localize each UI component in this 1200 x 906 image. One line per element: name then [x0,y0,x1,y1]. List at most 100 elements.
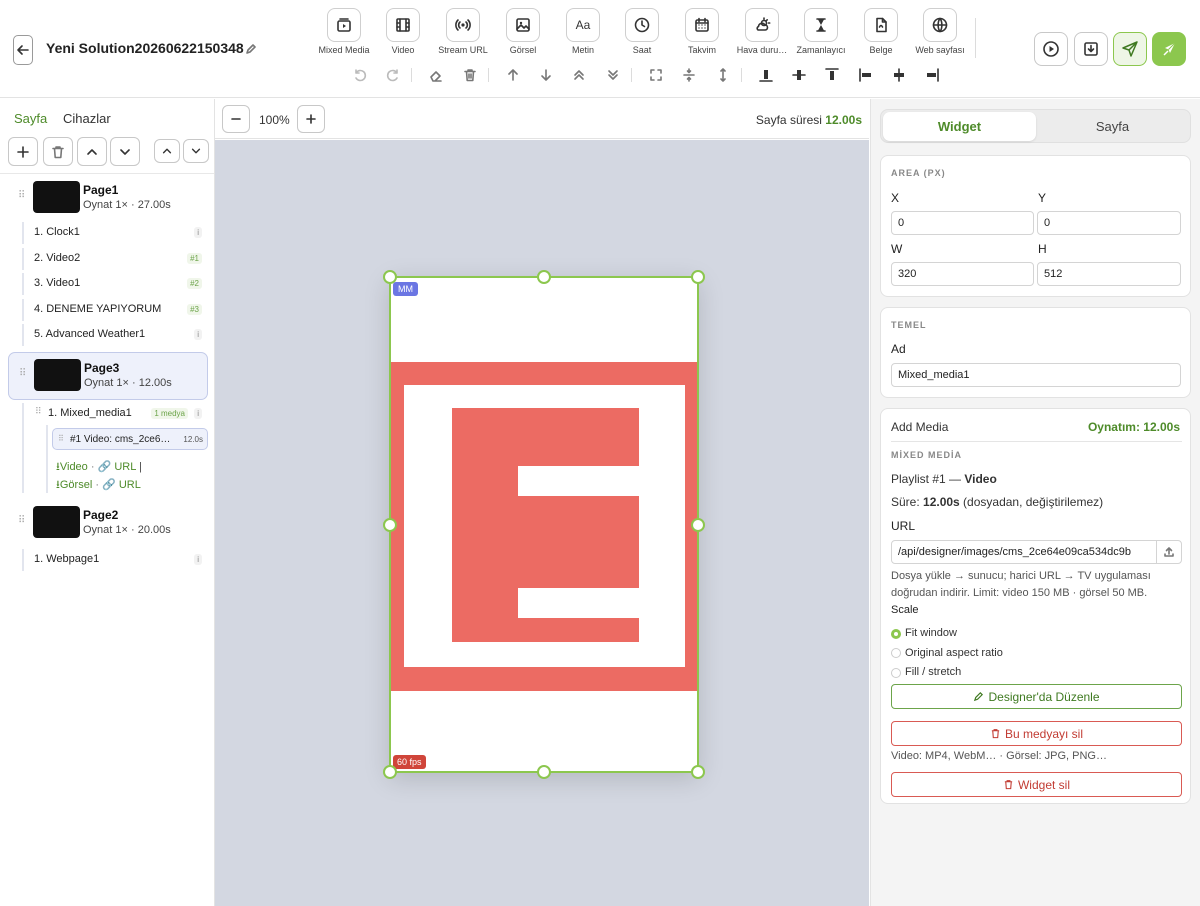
scale-original-radio[interactable] [891,648,901,658]
drag-handle-icon[interactable]: ⠿ [35,407,42,416]
widget-item[interactable]: 1. Clock1 i [22,222,208,244]
redo-button[interactable] [384,66,402,84]
send-to-device-button[interactable] [1152,32,1186,66]
add-image-url-link[interactable]: URL [119,479,141,491]
resize-handle-ne[interactable] [691,270,705,284]
widget-item[interactable]: 1. Webpage1 i [22,549,208,571]
move-up-button[interactable] [504,66,522,84]
height-input[interactable]: 512 [1037,262,1181,286]
page-down-button[interactable] [110,137,140,166]
resize-handle-nw[interactable] [383,270,397,284]
url-input[interactable]: /api/designer/images/cms_2ce64e09ca534dc… [891,540,1157,564]
align-right-button[interactable] [923,66,941,84]
x-input[interactable]: 0 [891,211,1034,235]
undo-button[interactable] [351,66,369,84]
solution-title[interactable]: Yeni Solution20260622150348 [46,40,244,56]
resize-handle-s[interactable] [537,765,551,779]
scale-option[interactable]: Fill / stretch [905,666,961,678]
pencil-icon[interactable] [245,43,257,55]
delete-media-button[interactable]: Bu medyayı sil [891,721,1182,746]
info-badge[interactable]: i [194,227,202,238]
widget-item[interactable]: ⠿ 1. Mixed_media1 1 medya i [22,403,208,425]
tab-page[interactable]: Sayfa [14,111,47,126]
align-left-button[interactable] [857,66,875,84]
widget-down-button[interactable] [183,139,209,163]
media-item[interactable]: ⠿ #1 Video: cms_2ce6… 12.0s [52,428,208,450]
tool-document[interactable]: Belge [847,8,915,58]
widget-item[interactable]: 2. Video2 #1 [22,248,208,270]
drag-handle-icon[interactable]: ⠿ [58,435,64,443]
scale-fill-radio[interactable] [891,668,901,678]
design-canvas[interactable]: MM 60 fps [215,140,869,906]
widget-item[interactable]: 4. DENEME YAPIYORUM #3 [22,299,208,321]
save-button[interactable] [1074,32,1108,66]
add-video-url-link[interactable]: URL [114,461,136,473]
page-up-button[interactable] [77,137,107,166]
align-top-icon [825,68,839,80]
tool-text[interactable]: Aa Metin [549,8,617,58]
delete-page-button[interactable] [43,137,73,166]
zoom-out-button[interactable] [222,105,250,133]
tool-timer[interactable]: Zamanlayıcı [787,8,855,58]
drag-handle-icon[interactable]: ⠿ [19,369,26,379]
bring-front-button[interactable] [570,66,588,84]
tool-calendar[interactable]: Takvim [668,8,736,58]
info-badge[interactable]: i [194,554,202,565]
name-input[interactable]: Mixed_media1 [891,363,1181,387]
y-input[interactable]: 0 [1037,211,1181,235]
edit-in-designer-button[interactable]: Designer'da Düzenle [891,684,1182,709]
drag-handle-icon[interactable]: ⠿ [18,516,25,526]
widget-item[interactable]: 3. Video1 #2 [22,273,208,295]
send-back-button[interactable] [604,66,622,84]
stretch-height-button[interactable] [714,66,732,84]
upload-button[interactable] [1156,540,1182,564]
tool-video[interactable]: Video [369,8,437,58]
zoom-in-button[interactable] [297,105,325,133]
scale-option[interactable]: Fit window [905,627,957,639]
resize-handle-sw[interactable] [383,765,397,779]
mixed-media-widget[interactable]: MM 60 fps [389,276,699,773]
widget-up-button[interactable] [154,139,180,163]
clear-button[interactable] [427,66,445,84]
delete-widget-button[interactable]: Widget sil [891,772,1182,797]
resize-handle-n[interactable] [537,270,551,284]
page-item-page1[interactable]: ⠿ Page1 Oynat 1× · 27.00s [8,175,208,223]
tool-image[interactable]: Görsel [489,8,557,58]
tool-weather[interactable]: Hava duru… [728,8,796,58]
scale-fit-radio[interactable] [891,629,901,639]
basic-card: TEMEL Ad Mixed_media1 [880,307,1191,398]
page-item-page3[interactable]: ⠿ Page3 Oynat 1× · 12.00s [8,352,208,400]
scale-option[interactable]: Original aspect ratio [905,647,1003,659]
widget-item[interactable]: 5. Advanced Weather1 i [22,324,208,346]
add-image-link[interactable]: Görsel [60,479,92,491]
info-badge[interactable]: i [194,408,202,419]
add-video-link[interactable]: Video [60,461,88,473]
delete-tool-button[interactable] [461,66,479,84]
tool-webpage[interactable]: Web sayfası [906,8,974,58]
tab-page-settings[interactable]: Sayfa [1036,112,1189,141]
tool-stream-url[interactable]: Stream URL [429,8,497,58]
publish-button[interactable] [1113,32,1147,66]
info-badge[interactable]: i [194,329,202,340]
preview-button[interactable] [1034,32,1068,66]
add-page-button[interactable] [8,137,38,166]
resize-handle-w[interactable] [383,518,397,532]
width-input[interactable]: 320 [891,262,1034,286]
align-bottom-button[interactable] [757,66,775,84]
url-label: URL [891,519,916,533]
align-top-button[interactable] [823,66,841,84]
tool-clock[interactable]: Saat [608,8,676,58]
tab-devices[interactable]: Cihazlar [63,111,111,126]
align-middle-button[interactable] [790,66,808,84]
move-down-button[interactable] [537,66,555,84]
page-item-page2[interactable]: ⠿ Page2 Oynat 1× · 20.00s [8,500,208,548]
drag-handle-icon[interactable]: ⠿ [18,191,25,201]
tab-widget[interactable]: Widget [883,112,1036,141]
resize-handle-e[interactable] [691,518,705,532]
align-center-button[interactable] [890,66,908,84]
back-button[interactable] [13,35,33,65]
tool-mixed-media[interactable]: Mixed Media [310,8,378,58]
fullscreen-button[interactable] [647,66,665,84]
resize-handle-se[interactable] [691,765,705,779]
center-vertical-button[interactable] [680,66,698,84]
